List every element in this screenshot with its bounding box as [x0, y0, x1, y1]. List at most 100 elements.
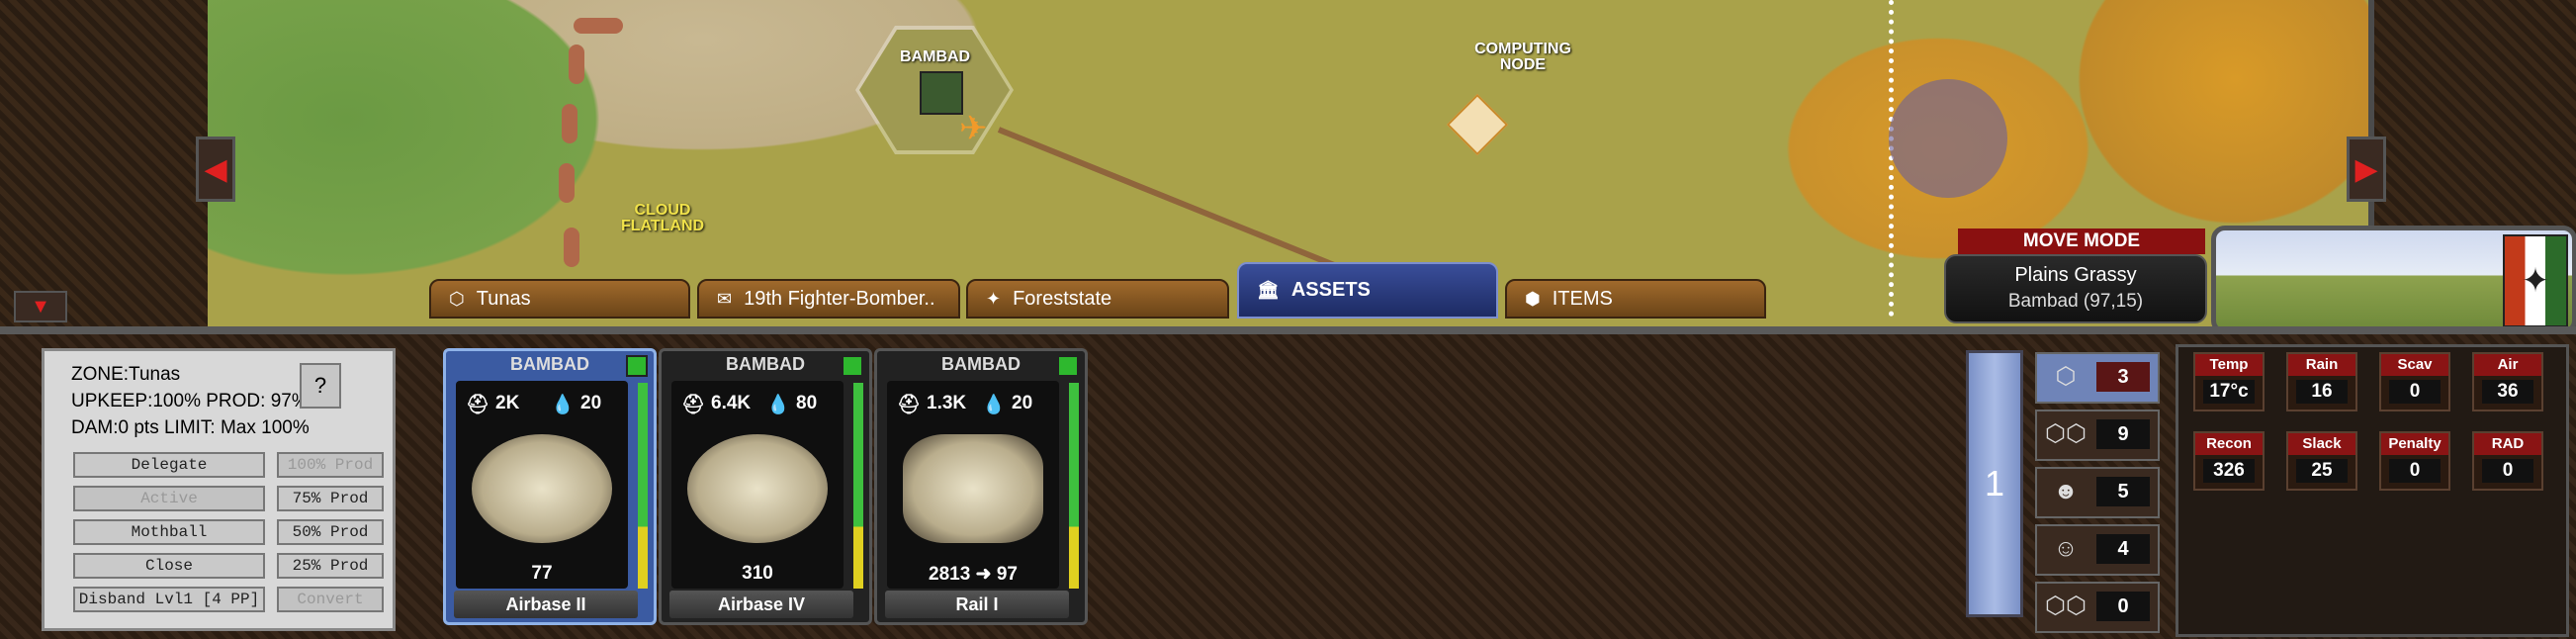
stat-rad: RAD 0	[2472, 431, 2543, 491]
stat-value: 17°c	[2203, 380, 2255, 404]
counter-link[interactable]: ⬡⬡ 0	[2035, 582, 2160, 633]
counter-hex-group[interactable]: ⬡⬡ 9	[2035, 410, 2160, 461]
card-stat-fuel: 20	[1012, 393, 1033, 413]
border-dash	[574, 18, 623, 34]
prod-75-button[interactable]: 75% Prod	[277, 486, 384, 511]
scroll-right-button[interactable]: ▶	[2347, 137, 2386, 202]
disband-button[interactable]: Disband Lvl1 [4 PP]	[73, 587, 265, 612]
counter-hex[interactable]: ⬡ 3	[2035, 352, 2160, 404]
head-icon: ☺	[2053, 535, 2079, 562]
tab-assets-label: ASSETS	[1290, 279, 1371, 301]
card-header: BAMBAD	[941, 354, 1021, 374]
stat-value: 25	[2296, 459, 2348, 483]
stat-label: Temp	[2195, 354, 2263, 376]
card-name: Airbase II	[454, 591, 638, 618]
border-dash	[564, 228, 579, 267]
hex-icon: ⬡	[2055, 363, 2077, 390]
prod-100-button[interactable]: 100% Prod	[277, 452, 384, 478]
stat-value: 0	[2389, 380, 2441, 404]
health-bar	[1069, 383, 1079, 589]
border-dash	[562, 104, 577, 143]
status-led	[1057, 355, 1079, 377]
close-button[interactable]: Close	[73, 553, 265, 579]
terrain-name: Plains Grassy	[2014, 264, 2137, 286]
counter-head[interactable]: ☺ 4	[2035, 524, 2160, 576]
scroll-left-button[interactable]: ◀	[196, 137, 235, 202]
workers-icon: ⛑	[466, 395, 490, 415]
airbase-image	[472, 434, 612, 543]
stat-label: Slack	[2288, 433, 2355, 455]
stat-slack: Slack 25	[2286, 431, 2357, 491]
hex-cluster-icon: ⬡	[449, 288, 465, 309]
tab-faction[interactable]: ✦ Foreststate	[966, 279, 1229, 319]
fuel-drop-icon: 💧	[982, 395, 1006, 415]
card-header: BAMBAD	[510, 354, 589, 374]
stat-label: Rain	[2288, 354, 2355, 376]
bambad-label: BAMBAD	[900, 48, 971, 65]
counter-value: 0	[2096, 592, 2150, 621]
counter-soldier[interactable]: ☻ 5	[2035, 467, 2160, 518]
hex-link-icon: ⬡⬡	[2045, 593, 2087, 619]
rad-zone	[1889, 79, 2007, 198]
asset-card-airbase-ii[interactable]: BAMBAD ⛑ 2K 💧 20 77 Airbase II	[443, 348, 657, 625]
card-body: ⛑ 1.3K 💧 20 2813 ➜ 97	[887, 381, 1059, 589]
asset-card-airbase-iv[interactable]: BAMBAD ⛑ 6.4K 💧 80 310 Airbase IV	[659, 348, 872, 625]
stat-scav: Scav 0	[2379, 352, 2450, 411]
zone-upkeep: UPKEEP:100% PROD: 97%	[71, 391, 309, 411]
eagle-icon: ✦	[986, 288, 1002, 309]
card-stat-workers: 2K	[495, 393, 520, 413]
computing-node-icon[interactable]	[1446, 93, 1509, 156]
rail-capacity: 2813	[929, 564, 971, 585]
bambad-city-icon	[920, 71, 963, 115]
stat-penalty: Penalty 0	[2379, 431, 2450, 491]
mothball-button[interactable]: Mothball	[73, 519, 265, 545]
tab-zone[interactable]: ⬡ Tunas	[429, 279, 690, 319]
tab-items-label: ITEMS	[1552, 287, 1613, 310]
card-body: ⛑ 2K 💧 20 77	[456, 381, 628, 589]
cloud-flatland-label: CLOUD FLATLAND	[620, 202, 705, 234]
stat-label: Penalty	[2381, 433, 2448, 455]
stat-value: 0	[2482, 459, 2533, 483]
zone-damage: DAM:0 pts LIMIT: Max 100%	[71, 417, 310, 438]
card-name: Rail I	[885, 591, 1069, 618]
tab-assets[interactable]: 🏛 ASSETS	[1237, 262, 1498, 319]
fighter-unit-icon[interactable]: ✈	[959, 109, 988, 148]
stat-label: Recon	[2195, 433, 2263, 455]
card-value: 77	[531, 563, 553, 584]
card-stat-workers: 1.3K	[927, 393, 967, 413]
collapse-button[interactable]: ▼	[14, 291, 67, 322]
terrain-info: Plains Grassy Bambad (97,15)	[1944, 254, 2207, 323]
border-dash	[559, 163, 575, 203]
delegate-button[interactable]: Delegate	[73, 452, 265, 478]
prod-25-button[interactable]: 25% Prod	[277, 553, 384, 579]
card-value: 310	[742, 563, 773, 584]
card-name: Airbase IV	[669, 591, 853, 618]
tab-unit[interactable]: ✉ 19th Fighter-Bomber..	[697, 279, 960, 319]
convert-button[interactable]: Convert	[277, 587, 384, 612]
tab-unit-label: 19th Fighter-Bomber..	[744, 287, 935, 310]
stat-label: RAD	[2474, 433, 2541, 455]
computing-node-label: COMPUTING NODE	[1474, 41, 1571, 73]
envelope-icon: ✉	[717, 288, 733, 309]
fuel-drop-icon: 💧	[766, 395, 790, 415]
stat-label: Air	[2474, 354, 2541, 376]
help-button[interactable]: ?	[300, 363, 341, 409]
terrain-preview: ✦	[2211, 226, 2576, 334]
asset-card-rail-i[interactable]: BAMBAD ⛑ 1.3K 💧 20 2813 ➜ 97 Rail I	[874, 348, 1088, 625]
level-indicator: 1	[1966, 350, 2023, 617]
workers-icon: ⛑	[681, 395, 706, 415]
status-led	[626, 355, 648, 377]
card-rail-values: 2813 ➜ 97	[887, 563, 1059, 586]
move-mode-title: MOVE MODE	[1958, 228, 2205, 254]
stat-label: Scav	[2381, 354, 2448, 376]
tab-zone-label: Tunas	[476, 287, 531, 310]
left-frame	[0, 0, 214, 336]
active-button[interactable]: Active	[73, 486, 265, 511]
airbase-image	[687, 434, 828, 543]
arrow-right-icon: ➜	[975, 564, 997, 585]
health-bar	[853, 383, 863, 589]
terrain-location: Bambad (97,15)	[2007, 291, 2144, 312]
prod-50-button[interactable]: 50% Prod	[277, 519, 384, 545]
stat-value: 0	[2389, 459, 2441, 483]
tab-items[interactable]: ⬢ ITEMS	[1505, 279, 1766, 319]
